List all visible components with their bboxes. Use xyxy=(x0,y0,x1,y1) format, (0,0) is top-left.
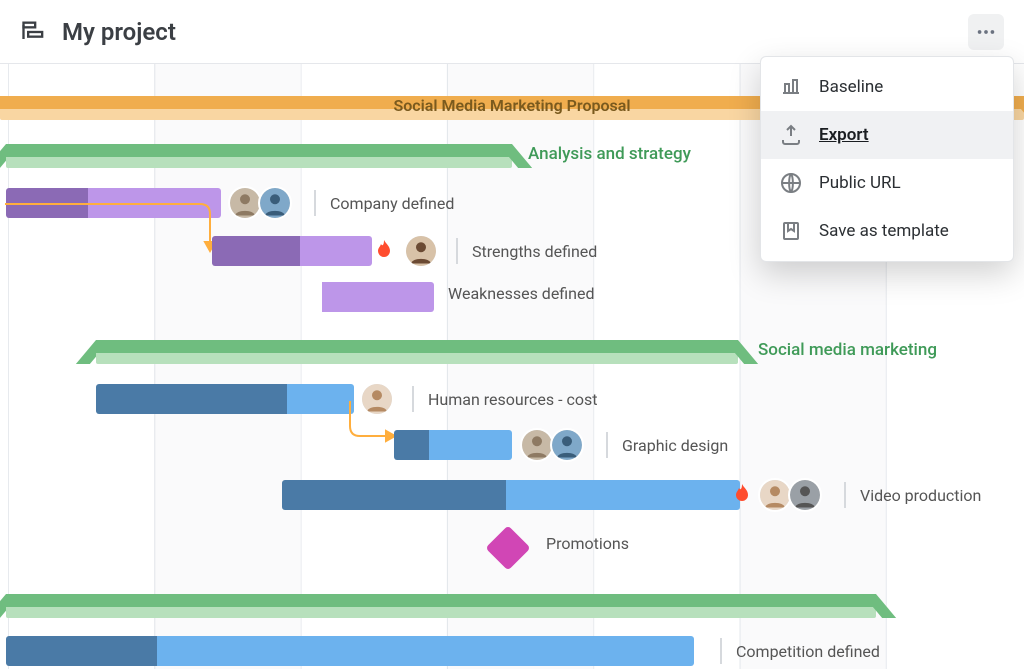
more-options-menu: Baseline Export Public URL Save as templ… xyxy=(760,56,1014,262)
summary-label: Analysis and strategy xyxy=(528,144,691,164)
task-label: Weaknesses defined xyxy=(448,284,595,303)
task-avatars xyxy=(404,234,438,268)
app-header: My project xyxy=(0,0,1024,64)
baseline-icon xyxy=(779,75,803,99)
menu-item-label: Save as template xyxy=(819,221,949,241)
bookmark-icon xyxy=(779,219,803,243)
task-avatars xyxy=(520,428,584,462)
menu-item-label: Baseline xyxy=(819,77,883,97)
menu-item-label: Export xyxy=(819,125,869,145)
task-bar[interactable] xyxy=(6,636,694,666)
export-icon xyxy=(779,123,803,147)
milestone-label: Promotions xyxy=(546,534,629,553)
task-bar[interactable] xyxy=(322,282,434,312)
summary-label: Social media marketing xyxy=(758,340,937,360)
task-bar[interactable] xyxy=(212,236,372,266)
avatar[interactable] xyxy=(404,234,438,268)
globe-icon xyxy=(779,171,803,195)
menu-item-save-template[interactable]: Save as template xyxy=(761,207,1013,255)
avatar[interactable] xyxy=(550,428,584,462)
task-avatars xyxy=(758,478,822,512)
task-label: Competition defined xyxy=(706,638,880,664)
task-label: Strengths defined xyxy=(442,238,597,264)
task-label: Video production xyxy=(830,482,981,508)
label-separator xyxy=(314,190,316,216)
summary-bar[interactable] xyxy=(6,594,876,618)
task-avatars xyxy=(228,186,292,220)
avatar[interactable] xyxy=(258,186,292,220)
task-bar[interactable] xyxy=(394,430,512,460)
page-title: My project xyxy=(62,18,176,46)
more-options-button[interactable] xyxy=(968,14,1004,50)
menu-item-label: Public URL xyxy=(819,173,901,193)
task-label: Graphic design xyxy=(592,432,728,458)
avatar[interactable] xyxy=(758,478,792,512)
menu-item-public-url[interactable]: Public URL xyxy=(761,159,1013,207)
task-bar[interactable] xyxy=(96,384,354,414)
summary-bar[interactable] xyxy=(6,144,512,168)
task-bar[interactable] xyxy=(282,480,740,510)
gantt-icon xyxy=(20,18,48,46)
avatar[interactable] xyxy=(520,428,554,462)
menu-item-baseline[interactable]: Baseline xyxy=(761,63,1013,111)
task-label: Human resources - cost xyxy=(398,386,597,412)
avatar[interactable] xyxy=(228,186,262,220)
menu-item-export[interactable]: Export xyxy=(761,111,1013,159)
flame-icon xyxy=(730,480,754,508)
more-horizontal-icon xyxy=(975,21,997,43)
task-label: Company defined xyxy=(300,190,454,216)
flame-icon xyxy=(372,236,396,264)
summary-bar[interactable] xyxy=(96,340,738,364)
avatar[interactable] xyxy=(788,478,822,512)
